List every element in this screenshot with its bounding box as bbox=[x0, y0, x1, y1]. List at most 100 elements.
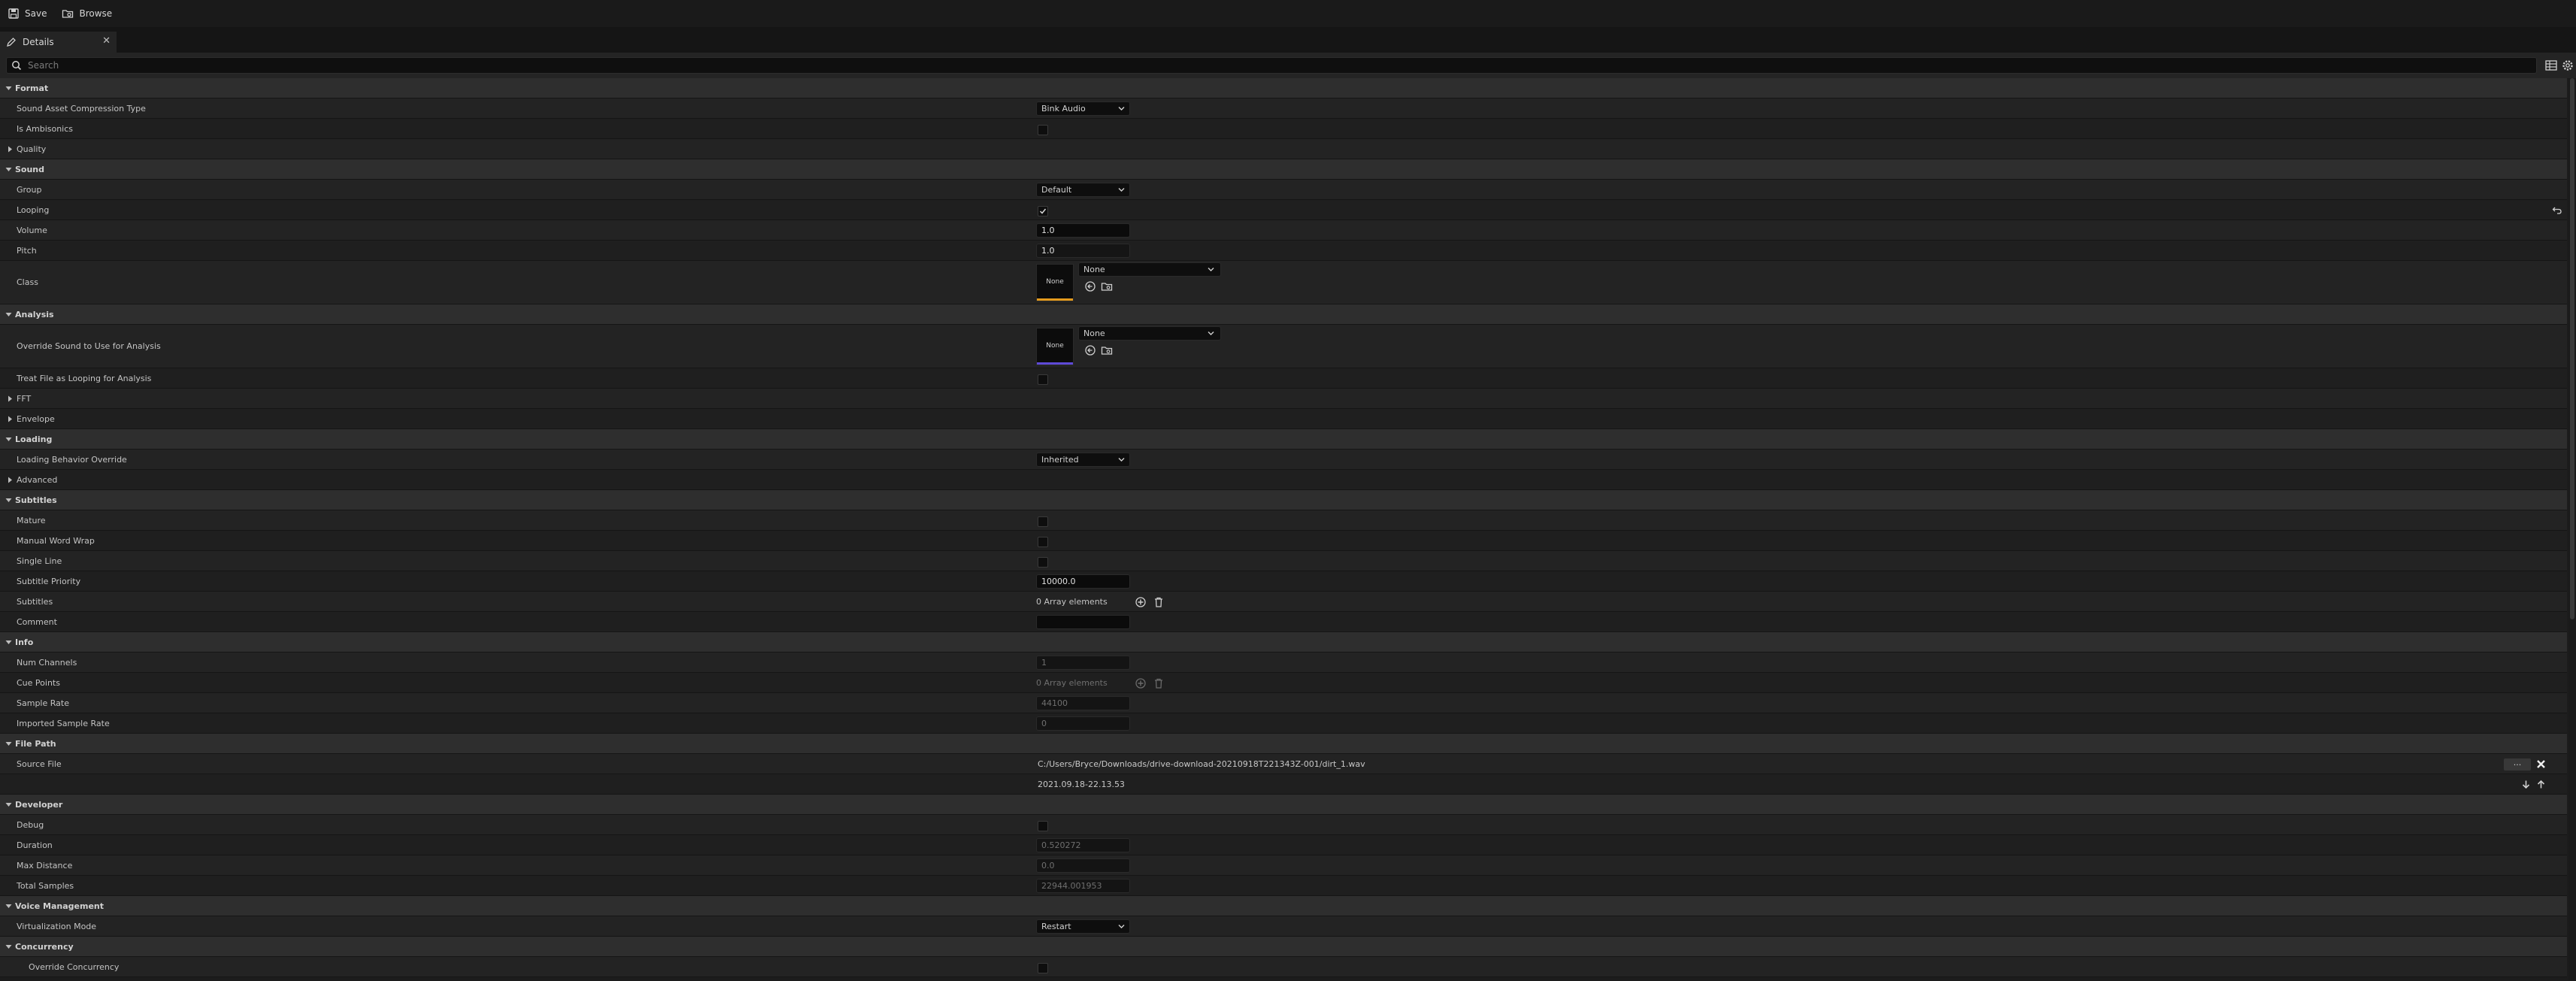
category-file-path[interactable]: File Path bbox=[0, 734, 2567, 754]
subcategory-quality[interactable]: Quality bbox=[0, 139, 2567, 159]
chevron-down-icon[interactable] bbox=[5, 165, 13, 174]
chevron-down-icon[interactable] bbox=[5, 801, 13, 809]
chevron-right-icon[interactable] bbox=[6, 476, 14, 484]
browse-label: Browse bbox=[79, 8, 113, 19]
category-concurrency[interactable]: Concurrency bbox=[0, 937, 2567, 957]
comment-input[interactable] bbox=[1036, 615, 1130, 629]
debug-checkbox[interactable] bbox=[1038, 821, 1048, 831]
subcategory-envelope[interactable]: Envelope bbox=[0, 409, 2567, 429]
category-sound[interactable]: Sound bbox=[0, 159, 2567, 180]
move-up-icon[interactable] bbox=[2536, 780, 2546, 789]
table-view-icon[interactable] bbox=[2544, 59, 2558, 72]
chevron-down-icon bbox=[1118, 107, 1125, 111]
duration-readonly: 0.520272 bbox=[1036, 838, 1130, 852]
dropdown-value: Bink Audio bbox=[1041, 104, 1086, 114]
pitch-input[interactable]: 1.0 bbox=[1036, 244, 1130, 258]
subcategory-label: Advanced bbox=[17, 475, 58, 485]
clear-source-icon[interactable] bbox=[2536, 759, 2546, 769]
source-file-path: C:/Users/Bryce/Downloads/drive-download-… bbox=[1038, 759, 1365, 769]
chevron-down-icon[interactable] bbox=[5, 84, 13, 92]
property-label: Imported Sample Rate bbox=[17, 719, 110, 728]
manual-word-wrap-checkbox[interactable] bbox=[1038, 537, 1048, 547]
chevron-right-icon[interactable] bbox=[6, 395, 14, 403]
category-developer[interactable]: Developer bbox=[0, 795, 2567, 815]
property-row-manual-word-wrap: Manual Word Wrap bbox=[0, 531, 2567, 551]
browse-source-button[interactable]: ... bbox=[2504, 758, 2531, 771]
chevron-right-icon[interactable] bbox=[6, 145, 14, 153]
chevron-down-icon[interactable] bbox=[5, 638, 13, 646]
chevron-down-icon[interactable] bbox=[5, 902, 13, 910]
chevron-down-icon[interactable] bbox=[5, 496, 13, 504]
trash-icon[interactable] bbox=[1153, 596, 1165, 608]
move-down-icon[interactable] bbox=[2521, 780, 2531, 789]
mature-checkbox[interactable] bbox=[1038, 516, 1048, 527]
subcategory-advanced[interactable]: Advanced bbox=[0, 470, 2567, 490]
looping-checkbox[interactable] bbox=[1038, 206, 1048, 216]
property-row-subtitle-priority: Subtitle Priority 10000.0 bbox=[0, 571, 2567, 592]
chevron-down-icon[interactable] bbox=[5, 435, 13, 444]
property-label: Pitch bbox=[17, 246, 37, 256]
category-format[interactable]: Format bbox=[0, 78, 2567, 98]
property-label: Treat File as Looping for Analysis bbox=[17, 374, 152, 383]
search-input[interactable] bbox=[26, 59, 2511, 71]
is-ambisonics-checkbox[interactable] bbox=[1038, 125, 1048, 135]
chevron-down-icon bbox=[1118, 925, 1125, 928]
treat-looping-checkbox[interactable] bbox=[1038, 374, 1048, 385]
chevron-down-icon[interactable] bbox=[5, 740, 13, 748]
single-line-checkbox[interactable] bbox=[1038, 557, 1048, 568]
browse-asset-icon[interactable] bbox=[1101, 344, 1113, 356]
chevron-right-icon[interactable] bbox=[6, 415, 14, 423]
scrollbar-thumb[interactable] bbox=[2570, 78, 2574, 619]
settings-gear-icon[interactable] bbox=[2561, 59, 2574, 72]
category-info[interactable]: Info bbox=[0, 632, 2567, 652]
class-asset-thumbnail[interactable]: None bbox=[1036, 264, 1074, 301]
dropdown-value: Restart bbox=[1041, 922, 1071, 931]
category-voice-management[interactable]: Voice Management bbox=[0, 896, 2567, 916]
class-asset-dropdown[interactable]: None bbox=[1078, 262, 1221, 277]
group-dropdown[interactable]: Default bbox=[1036, 183, 1130, 197]
virtualization-mode-dropdown[interactable]: Restart bbox=[1036, 919, 1130, 934]
chevron-down-icon[interactable] bbox=[5, 943, 13, 951]
category-analysis[interactable]: Analysis bbox=[0, 304, 2567, 325]
category-subtitles[interactable]: Subtitles bbox=[0, 490, 2567, 510]
loading-behavior-dropdown[interactable]: Inherited bbox=[1036, 453, 1130, 467]
subcategory-fft[interactable]: FFT bbox=[0, 389, 2567, 409]
reset-to-default-icon[interactable] bbox=[2552, 205, 2562, 216]
category-loading[interactable]: Loading bbox=[0, 429, 2567, 450]
chevron-down-icon bbox=[1208, 332, 1214, 335]
vertical-scrollbar[interactable] bbox=[2568, 78, 2576, 981]
dropdown-value: None bbox=[1083, 329, 1105, 338]
property-row-duration: Duration 0.520272 bbox=[0, 835, 2567, 855]
volume-input[interactable]: 1.0 bbox=[1036, 223, 1130, 238]
tab-bar: Details ✕ bbox=[0, 27, 2576, 53]
close-icon[interactable]: ✕ bbox=[102, 35, 111, 47]
chevron-down-icon[interactable] bbox=[5, 310, 13, 319]
property-label: Subtitles bbox=[17, 597, 53, 607]
total-samples-readonly: 22944.001953 bbox=[1036, 879, 1130, 893]
use-selected-asset-icon[interactable] bbox=[1084, 280, 1096, 292]
property-label: Subtitle Priority bbox=[17, 577, 81, 586]
compression-type-dropdown[interactable]: Bink Audio bbox=[1036, 101, 1130, 116]
browse-asset-icon[interactable] bbox=[1101, 280, 1113, 292]
property-row-looping: Looping bbox=[0, 200, 2567, 220]
save-button[interactable]: Save bbox=[0, 2, 54, 26]
override-sound-thumbnail[interactable]: None bbox=[1036, 328, 1074, 365]
array-count: 0 Array elements bbox=[1036, 597, 1108, 607]
subcategory-label: Quality bbox=[17, 144, 47, 154]
override-concurrency-checkbox[interactable] bbox=[1038, 963, 1048, 973]
property-label: Cue Points bbox=[17, 678, 60, 688]
add-element-icon[interactable] bbox=[1135, 596, 1147, 608]
property-row-cue-points: Cue Points 0 Array elements bbox=[0, 673, 2567, 693]
subtitle-priority-input[interactable]: 10000.0 bbox=[1036, 574, 1130, 589]
array-count: 0 Array elements bbox=[1036, 678, 1108, 688]
property-label: Is Ambisonics bbox=[17, 124, 74, 134]
tab-details[interactable]: Details ✕ bbox=[0, 32, 117, 53]
property-row-override-sound-analysis: Override Sound to Use for Analysis None … bbox=[0, 325, 2567, 368]
subcategory-label: FFT bbox=[17, 394, 32, 404]
property-label: Max Distance bbox=[17, 861, 73, 870]
use-selected-asset-icon[interactable] bbox=[1084, 344, 1096, 356]
property-label: Total Samples bbox=[17, 881, 74, 891]
override-sound-dropdown[interactable]: None bbox=[1078, 326, 1221, 341]
browse-button[interactable]: Browse bbox=[54, 2, 120, 26]
pencil-icon bbox=[7, 38, 16, 47]
